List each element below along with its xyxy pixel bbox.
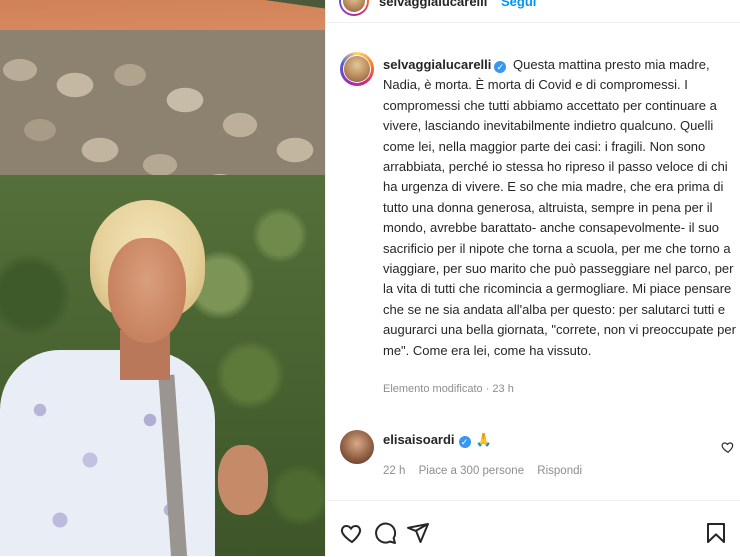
caption-author-username[interactable]: selvaggialucarelli — [383, 57, 491, 72]
paper-plane-icon[interactable] — [406, 521, 430, 545]
caption-body: Questa mattina presto mia madre, Nadia, … — [383, 57, 736, 358]
caption-text: selvaggialucarelli ✓ Questa mattina prest… — [383, 55, 738, 361]
commenter-avatar[interactable] — [340, 430, 374, 464]
commenter-verified-badge-icon: ✓ — [458, 436, 471, 448]
follow-button[interactable]: Segui — [501, 0, 536, 9]
author-username-header[interactable]: selvaggialucarelli — [379, 0, 487, 9]
post-photo[interactable] — [0, 0, 325, 556]
comment-text: 🙏 — [475, 432, 492, 447]
caption-edited-timestamp: Elemento modificato · 23 h — [383, 383, 514, 395]
heart-small-icon[interactable] — [721, 440, 735, 454]
comment-icon[interactable] — [373, 521, 397, 545]
verified-badge-icon: ✓ — [494, 61, 507, 73]
photo-hand — [218, 445, 268, 515]
post-header: selvaggialucarelli Segui — [326, 0, 740, 23]
heart-icon[interactable] — [340, 521, 364, 545]
bookmark-icon[interactable] — [704, 521, 728, 545]
post-side-panel: selvaggialucarelli Segui selvaggialucare… — [325, 0, 740, 556]
commenter-username[interactable]: elisaisoardi — [383, 432, 455, 447]
author-avatar-header[interactable] — [339, 0, 369, 16]
comment-time[interactable]: 22 h — [383, 465, 405, 477]
photo-person — [0, 200, 268, 556]
comment-meta: 22 h Piace a 300 persone Rispondi — [383, 465, 592, 477]
comment-item: elisaisoardi ✓ 🙏 22 h Piace a 300 persone … — [340, 428, 735, 488]
author-avatar[interactable] — [340, 52, 374, 86]
post-action-bar — [326, 500, 740, 557]
comment-reply-button[interactable]: Rispondi — [537, 465, 582, 477]
photo-face — [108, 238, 186, 343]
comment-likes[interactable]: Piace a 300 persone — [419, 465, 525, 477]
comment-header: elisaisoardi ✓ 🙏 — [383, 432, 492, 448]
